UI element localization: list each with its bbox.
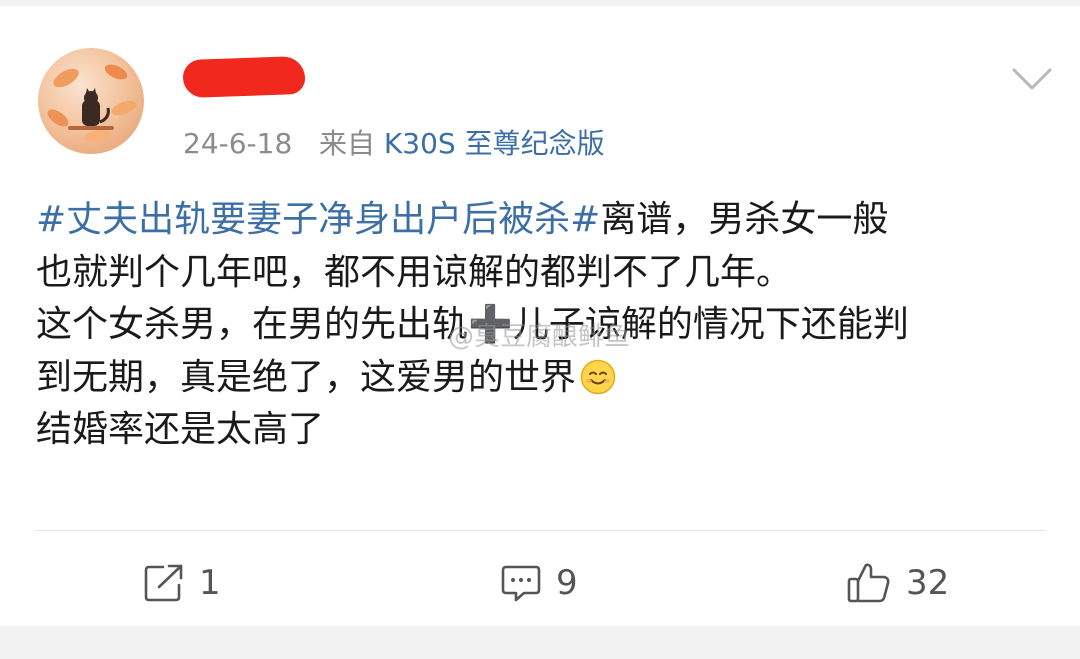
post-line-4-text: 到无期，真是绝了，这爱男的世界 [36,356,577,398]
post-line-5: 结婚率还是太高了 [36,409,325,450]
redaction-mark [182,55,306,99]
like-count: 32 [906,563,950,603]
weibo-post-card: 云 24-6-18 来自 K30S 至尊纪念版 #丈夫出轨要妻子净身出户后被杀#… [0,6,1080,626]
post-line-1-text: 离谱，男杀女一般 [600,199,889,240]
username[interactable]: 云 [182,55,308,100]
comment-button[interactable]: 9 [500,558,578,608]
post-meta: 24-6-18 来自 K30S 至尊纪念版 [183,124,605,164]
post-line-1: #丈夫出轨要妻子净身出户后被杀#离谱，男杀女一般 [36,194,1051,247]
avatar[interactable] [38,48,144,154]
smile-emoji-icon [580,358,616,394]
like-button[interactable]: 32 [846,558,949,608]
device-link[interactable]: K30S 至尊纪念版 [384,127,605,160]
divider [36,530,1046,531]
post-line-4: 到无期，真是绝了，这爱男的世界 [36,352,1051,405]
comment-count: 9 [556,563,578,603]
like-icon [846,561,892,605]
hashtag-link[interactable]: #丈夫出轨要妻子净身出户后被杀# [36,199,600,240]
comment-icon [500,563,542,603]
source-prefix: 来自 [318,127,375,160]
post-line-2: 也就判个几年吧，都不用谅解的都判不了几年。 [36,251,793,293]
chevron-down-icon[interactable] [1010,64,1054,94]
watermark: @臭豆腐酿鲱鱼 [448,322,631,352]
repost-icon [143,563,185,603]
avatar-illustration [47,64,137,143]
repost-count: 1 [199,563,221,603]
post-date: 24-6-18 [183,127,293,160]
repost-button[interactable]: 1 [143,558,221,608]
